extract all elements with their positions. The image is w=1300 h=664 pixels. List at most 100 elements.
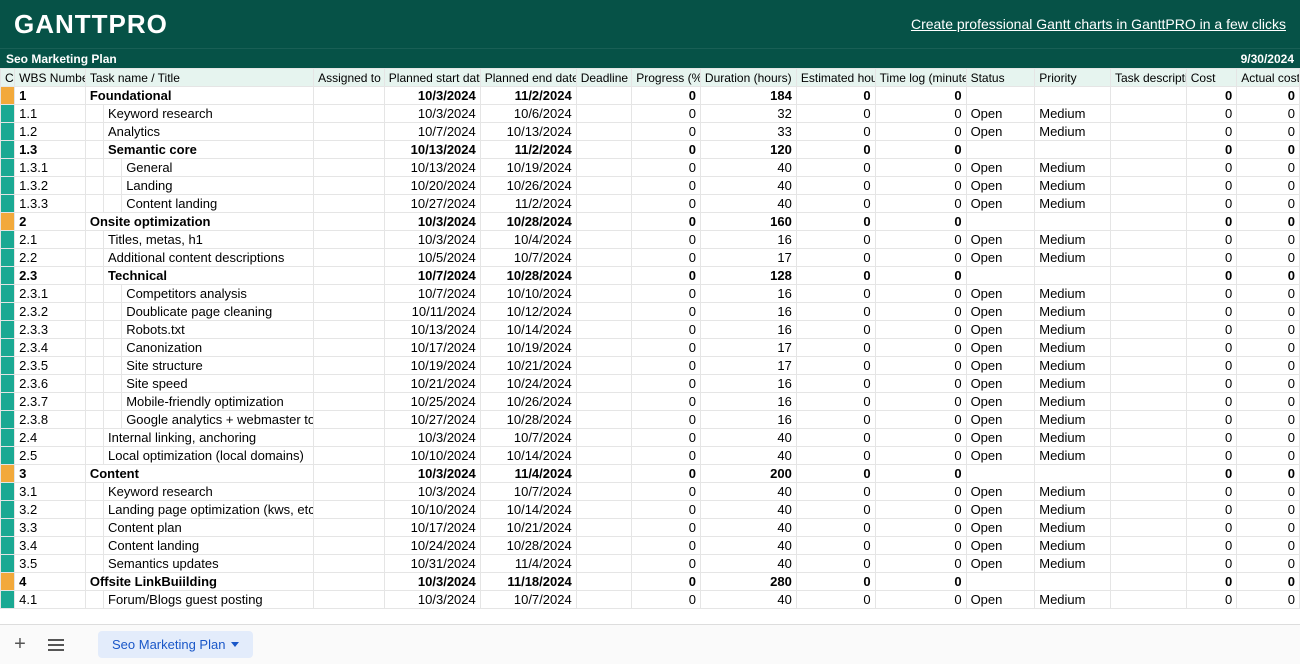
- table-row[interactable]: 1.2Analytics10/7/202410/13/202403300Open…: [1, 123, 1300, 141]
- acost-cell[interactable]: 0: [1237, 231, 1300, 249]
- progress-cell[interactable]: 0: [632, 159, 701, 177]
- task-name-cell[interactable]: Content: [85, 465, 313, 483]
- desc-cell[interactable]: [1110, 177, 1186, 195]
- status-cell[interactable]: Open: [966, 285, 1035, 303]
- deadline-cell[interactable]: [576, 555, 632, 573]
- duration-cell[interactable]: 32: [700, 105, 796, 123]
- assigned-cell[interactable]: [314, 213, 385, 231]
- est-cell[interactable]: 0: [796, 411, 875, 429]
- progress-cell[interactable]: 0: [632, 87, 701, 105]
- col-wbs[interactable]: WBS Number: [15, 69, 86, 87]
- assigned-cell[interactable]: [314, 123, 385, 141]
- status-cell[interactable]: [966, 87, 1035, 105]
- planned-end-cell[interactable]: 10/14/2024: [480, 447, 576, 465]
- est-cell[interactable]: 0: [796, 573, 875, 591]
- task-name-cell[interactable]: General: [122, 159, 314, 177]
- table-row[interactable]: 1.3Semantic core10/13/202411/2/202401200…: [1, 141, 1300, 159]
- planned-end-cell[interactable]: 10/28/2024: [480, 411, 576, 429]
- col-desc[interactable]: Task description: [1110, 69, 1186, 87]
- col-assigned[interactable]: Assigned to: [314, 69, 385, 87]
- deadline-cell[interactable]: [576, 249, 632, 267]
- planned-end-cell[interactable]: 10/28/2024: [480, 537, 576, 555]
- status-cell[interactable]: [966, 141, 1035, 159]
- assigned-cell[interactable]: [314, 429, 385, 447]
- desc-cell[interactable]: [1110, 195, 1186, 213]
- table-row[interactable]: 3.3Content plan10/17/202410/21/202404000…: [1, 519, 1300, 537]
- progress-cell[interactable]: 0: [632, 177, 701, 195]
- col-color[interactable]: Col: [1, 69, 15, 87]
- grid-area[interactable]: Col WBS Number Task name / Title Assigne…: [0, 68, 1300, 624]
- planned-start-cell[interactable]: 10/24/2024: [384, 537, 480, 555]
- planned-end-cell[interactable]: 10/7/2024: [480, 249, 576, 267]
- wbs-cell[interactable]: 2.2: [15, 249, 86, 267]
- col-deadline[interactable]: Deadline: [576, 69, 632, 87]
- acost-cell[interactable]: 0: [1237, 105, 1300, 123]
- task-name-cell[interactable]: Site structure: [122, 357, 314, 375]
- planned-start-cell[interactable]: 10/21/2024: [384, 375, 480, 393]
- status-cell[interactable]: Open: [966, 429, 1035, 447]
- col-acost[interactable]: Actual cost: [1237, 69, 1300, 87]
- desc-cell[interactable]: [1110, 591, 1186, 609]
- acost-cell[interactable]: 0: [1237, 285, 1300, 303]
- est-cell[interactable]: 0: [796, 159, 875, 177]
- est-cell[interactable]: 0: [796, 339, 875, 357]
- priority-cell[interactable]: Medium: [1035, 231, 1111, 249]
- est-cell[interactable]: 0: [796, 285, 875, 303]
- assigned-cell[interactable]: [314, 87, 385, 105]
- assigned-cell[interactable]: [314, 339, 385, 357]
- cost-cell[interactable]: 0: [1186, 465, 1237, 483]
- cost-cell[interactable]: 0: [1186, 177, 1237, 195]
- deadline-cell[interactable]: [576, 429, 632, 447]
- acost-cell[interactable]: 0: [1237, 357, 1300, 375]
- duration-cell[interactable]: 16: [700, 285, 796, 303]
- timelog-cell[interactable]: 0: [875, 87, 966, 105]
- priority-cell[interactable]: Medium: [1035, 429, 1111, 447]
- duration-cell[interactable]: 40: [700, 483, 796, 501]
- priority-cell[interactable]: Medium: [1035, 123, 1111, 141]
- assigned-cell[interactable]: [314, 195, 385, 213]
- duration-cell[interactable]: 160: [700, 213, 796, 231]
- assigned-cell[interactable]: [314, 393, 385, 411]
- desc-cell[interactable]: [1110, 519, 1186, 537]
- table-row[interactable]: 3Content10/3/202411/4/202402000000: [1, 465, 1300, 483]
- est-cell[interactable]: 0: [796, 141, 875, 159]
- col-progress[interactable]: Progress (%): [632, 69, 701, 87]
- status-cell[interactable]: [966, 573, 1035, 591]
- task-name-cell[interactable]: Keyword research: [104, 483, 314, 501]
- acost-cell[interactable]: 0: [1237, 573, 1300, 591]
- planned-start-cell[interactable]: 10/17/2024: [384, 339, 480, 357]
- deadline-cell[interactable]: [576, 573, 632, 591]
- progress-cell[interactable]: 0: [632, 483, 701, 501]
- duration-cell[interactable]: 40: [700, 177, 796, 195]
- status-cell[interactable]: Open: [966, 321, 1035, 339]
- priority-cell[interactable]: Medium: [1035, 177, 1111, 195]
- wbs-cell[interactable]: 3.3: [15, 519, 86, 537]
- table-row[interactable]: 3.5Semantics updates10/31/202411/4/20240…: [1, 555, 1300, 573]
- timelog-cell[interactable]: 0: [875, 213, 966, 231]
- duration-cell[interactable]: 33: [700, 123, 796, 141]
- duration-cell[interactable]: 16: [700, 411, 796, 429]
- status-cell[interactable]: Open: [966, 105, 1035, 123]
- planned-start-cell[interactable]: 10/7/2024: [384, 123, 480, 141]
- cost-cell[interactable]: 0: [1186, 537, 1237, 555]
- timelog-cell[interactable]: 0: [875, 177, 966, 195]
- table-row[interactable]: 2.5Local optimization (local domains)10/…: [1, 447, 1300, 465]
- assigned-cell[interactable]: [314, 537, 385, 555]
- priority-cell[interactable]: Medium: [1035, 555, 1111, 573]
- deadline-cell[interactable]: [576, 591, 632, 609]
- priority-cell[interactable]: Medium: [1035, 375, 1111, 393]
- est-cell[interactable]: 0: [796, 123, 875, 141]
- status-cell[interactable]: Open: [966, 177, 1035, 195]
- planned-start-cell[interactable]: 10/31/2024: [384, 555, 480, 573]
- col-cost[interactable]: Cost: [1186, 69, 1237, 87]
- col-task[interactable]: Task name / Title: [85, 69, 313, 87]
- table-row[interactable]: 2.2Additional content descriptions10/5/2…: [1, 249, 1300, 267]
- acost-cell[interactable]: 0: [1237, 483, 1300, 501]
- est-cell[interactable]: 0: [796, 519, 875, 537]
- planned-end-cell[interactable]: 10/28/2024: [480, 267, 576, 285]
- priority-cell[interactable]: Medium: [1035, 159, 1111, 177]
- timelog-cell[interactable]: 0: [875, 447, 966, 465]
- wbs-cell[interactable]: 2: [15, 213, 86, 231]
- progress-cell[interactable]: 0: [632, 465, 701, 483]
- acost-cell[interactable]: 0: [1237, 537, 1300, 555]
